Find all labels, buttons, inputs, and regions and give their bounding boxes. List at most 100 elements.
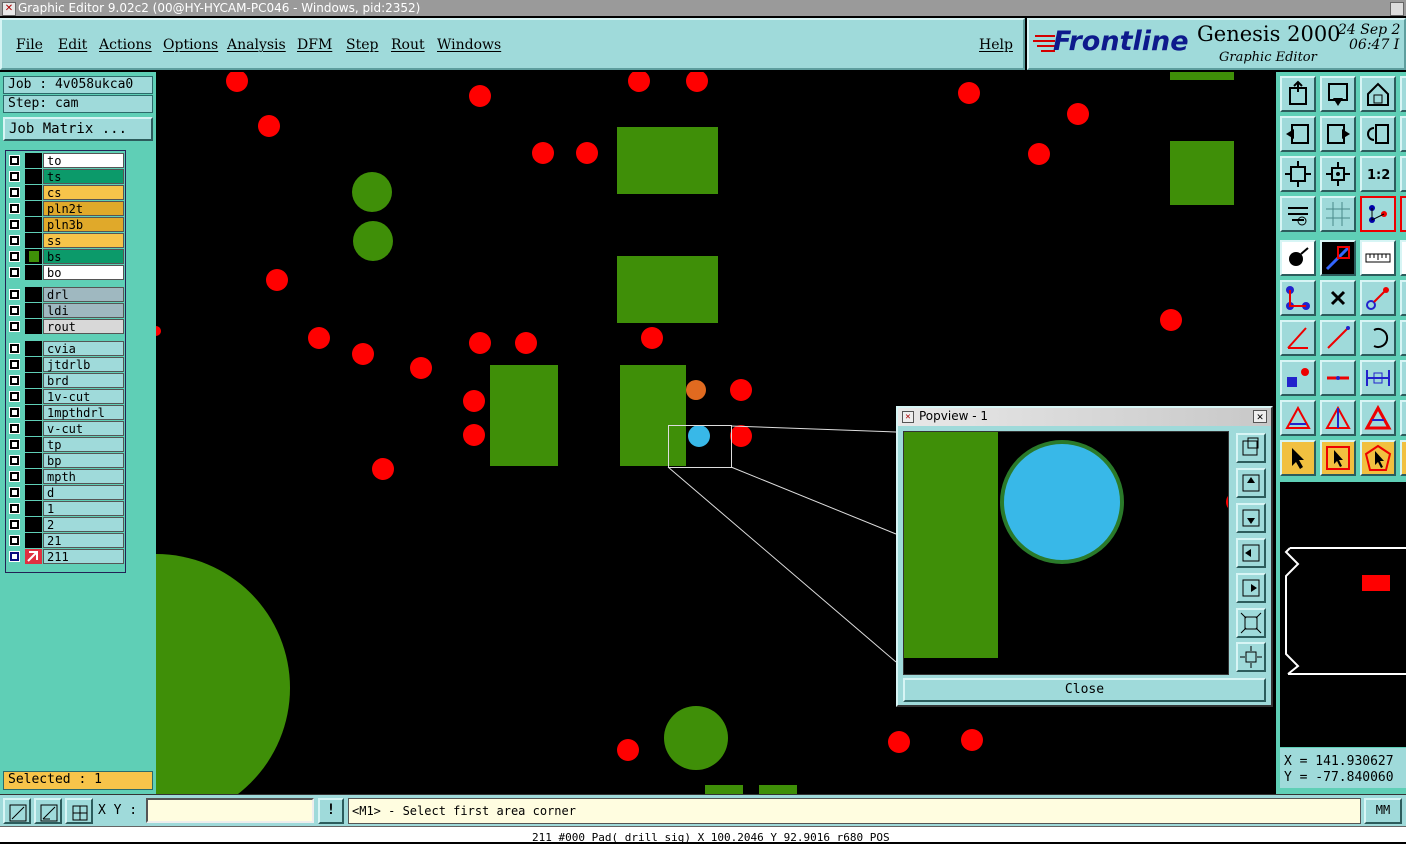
layer-affected-indicator[interactable] <box>25 485 42 500</box>
layer-row[interactable]: cvia <box>6 341 125 356</box>
layer-name[interactable]: to <box>43 153 124 168</box>
layer-affected-indicator[interactable] <box>25 533 42 548</box>
layer-row[interactable]: tp <box>6 437 125 452</box>
layer-checkbox[interactable] <box>9 289 20 300</box>
layer-name[interactable]: bo <box>43 265 124 280</box>
menu-actions[interactable]: Actions <box>99 37 152 53</box>
layer-name[interactable]: ts <box>43 169 124 184</box>
layer-row[interactable]: bs <box>6 249 125 264</box>
layer-checkbox[interactable] <box>9 455 20 466</box>
add-pad-icon[interactable] <box>1280 240 1316 276</box>
layer-checkbox[interactable] <box>9 155 20 166</box>
work-layer-arrow-icon[interactable] <box>25 549 42 564</box>
round-pad[interactable] <box>352 172 392 212</box>
zoom-back-icon[interactable] <box>1360 116 1396 152</box>
layer-name[interactable]: cvia <box>43 341 124 356</box>
layer-row[interactable]: ts <box>6 169 125 184</box>
layer-name[interactable]: bs <box>43 249 124 264</box>
line-segment-icon[interactable] <box>1320 360 1356 396</box>
measure-distance-icon[interactable] <box>1360 360 1396 396</box>
layer-name[interactable]: 211 <box>43 549 124 564</box>
add-line-icon[interactable] <box>1320 240 1356 276</box>
layer-affected-indicator[interactable] <box>25 319 42 334</box>
toolbar-edge[interactable] <box>1400 76 1406 112</box>
layer-name[interactable]: drl <box>43 287 124 302</box>
layer-name[interactable]: 1 <box>43 501 124 516</box>
layer-row[interactable]: 1v-cut <box>6 389 125 404</box>
layer-affected-indicator[interactable] <box>25 287 42 302</box>
layer-row[interactable]: pln2t <box>6 201 125 216</box>
zoom-center-icon[interactable] <box>1320 156 1356 192</box>
round-pad[interactable] <box>664 706 728 770</box>
layer-checkbox[interactable] <box>9 471 20 482</box>
popview-pan-up-button[interactable] <box>1236 468 1266 498</box>
menu-dfm[interactable]: DFM <box>297 37 332 53</box>
zoom-fit-icon[interactable] <box>1280 156 1316 192</box>
grid-snap-icon[interactable] <box>65 798 93 824</box>
job-matrix-button[interactable]: Job Matrix ... <box>3 117 153 141</box>
snap-points-icon[interactable] <box>1360 196 1396 232</box>
layer-name[interactable]: 2 <box>43 517 124 532</box>
layer-name[interactable]: mpth <box>43 469 124 484</box>
diagonal-line-icon[interactable] <box>1320 320 1356 356</box>
layer-name[interactable]: brd <box>43 373 124 388</box>
delete-feature-icon[interactable] <box>1320 280 1356 316</box>
layer-checkbox[interactable] <box>9 423 20 434</box>
layer-affected-indicator[interactable] <box>25 201 42 216</box>
layer-affected-indicator[interactable] <box>25 153 42 168</box>
menu-windows[interactable]: Windows <box>437 37 501 53</box>
layer-row[interactable]: brd <box>6 373 125 388</box>
layer-checkbox[interactable] <box>9 305 20 316</box>
layer-affected-indicator[interactable] <box>25 217 42 232</box>
layer-row[interactable]: rout <box>6 319 125 334</box>
menu-analysis[interactable]: Analysis <box>227 37 286 53</box>
layer-row[interactable]: ss <box>6 233 125 248</box>
layer-row[interactable]: bp <box>6 453 125 468</box>
triangle-cut-icon[interactable] <box>1320 400 1356 436</box>
layer-row[interactable]: 1 <box>6 501 125 516</box>
layer-affected-indicator[interactable] <box>25 341 42 356</box>
zoom-home-icon[interactable] <box>1280 76 1316 112</box>
toolbar-edge[interactable] <box>1400 116 1406 152</box>
layer-checkbox[interactable] <box>9 321 20 332</box>
home-icon[interactable] <box>1360 76 1396 112</box>
smd-pad[interactable] <box>759 785 797 794</box>
menu-step[interactable]: Step <box>346 37 378 53</box>
layer-name[interactable]: ss <box>43 233 124 248</box>
layer-affected-indicator[interactable] <box>25 357 42 372</box>
layer-affected-indicator[interactable] <box>25 517 42 532</box>
toolbar-edge[interactable] <box>1400 360 1406 396</box>
pan-down-icon[interactable] <box>1320 76 1356 112</box>
layer-affected-indicator[interactable] <box>25 373 42 388</box>
layer-row[interactable]: cs <box>6 185 125 200</box>
layer-row[interactable]: bo <box>6 265 125 280</box>
layer-affected-indicator[interactable] <box>25 169 42 184</box>
popview-canvas[interactable] <box>903 431 1229 675</box>
layer-affected-indicator[interactable] <box>25 501 42 516</box>
scale-1-2-icon[interactable]: 1:2 <box>1360 156 1396 192</box>
layer-checkbox[interactable] <box>9 267 20 278</box>
menu-options[interactable]: Options <box>163 37 218 53</box>
layer-affected-indicator[interactable] <box>25 437 42 452</box>
layer-checkbox[interactable] <box>9 187 20 198</box>
smd-pad[interactable] <box>490 365 558 466</box>
large-round-pad[interactable] <box>156 554 290 794</box>
toolbar-edge[interactable] <box>1400 196 1406 232</box>
layer-name[interactable]: cs <box>43 185 124 200</box>
toolbar-edge[interactable] <box>1400 156 1406 192</box>
round-pad[interactable] <box>353 221 393 261</box>
layer-row[interactable]: 1mpthdrl <box>6 405 125 420</box>
toolbar-edge[interactable] <box>1400 280 1406 316</box>
layer-checkbox[interactable] <box>9 235 20 246</box>
window-close-icon[interactable]: ✕ <box>2 2 16 16</box>
smd-pad[interactable] <box>620 365 686 466</box>
layer-checkbox[interactable] <box>9 359 20 370</box>
select-arrow-icon[interactable] <box>1280 440 1316 476</box>
layer-affected-indicator[interactable] <box>25 389 42 404</box>
layer-checkbox[interactable] <box>9 251 20 262</box>
popview-menu-icon[interactable]: ✕ <box>902 411 914 423</box>
layer-checkbox[interactable] <box>9 375 20 386</box>
layer-affected-indicator[interactable] <box>25 469 42 484</box>
selected-pad[interactable] <box>688 425 710 447</box>
layer-row[interactable]: v-cut <box>6 421 125 436</box>
